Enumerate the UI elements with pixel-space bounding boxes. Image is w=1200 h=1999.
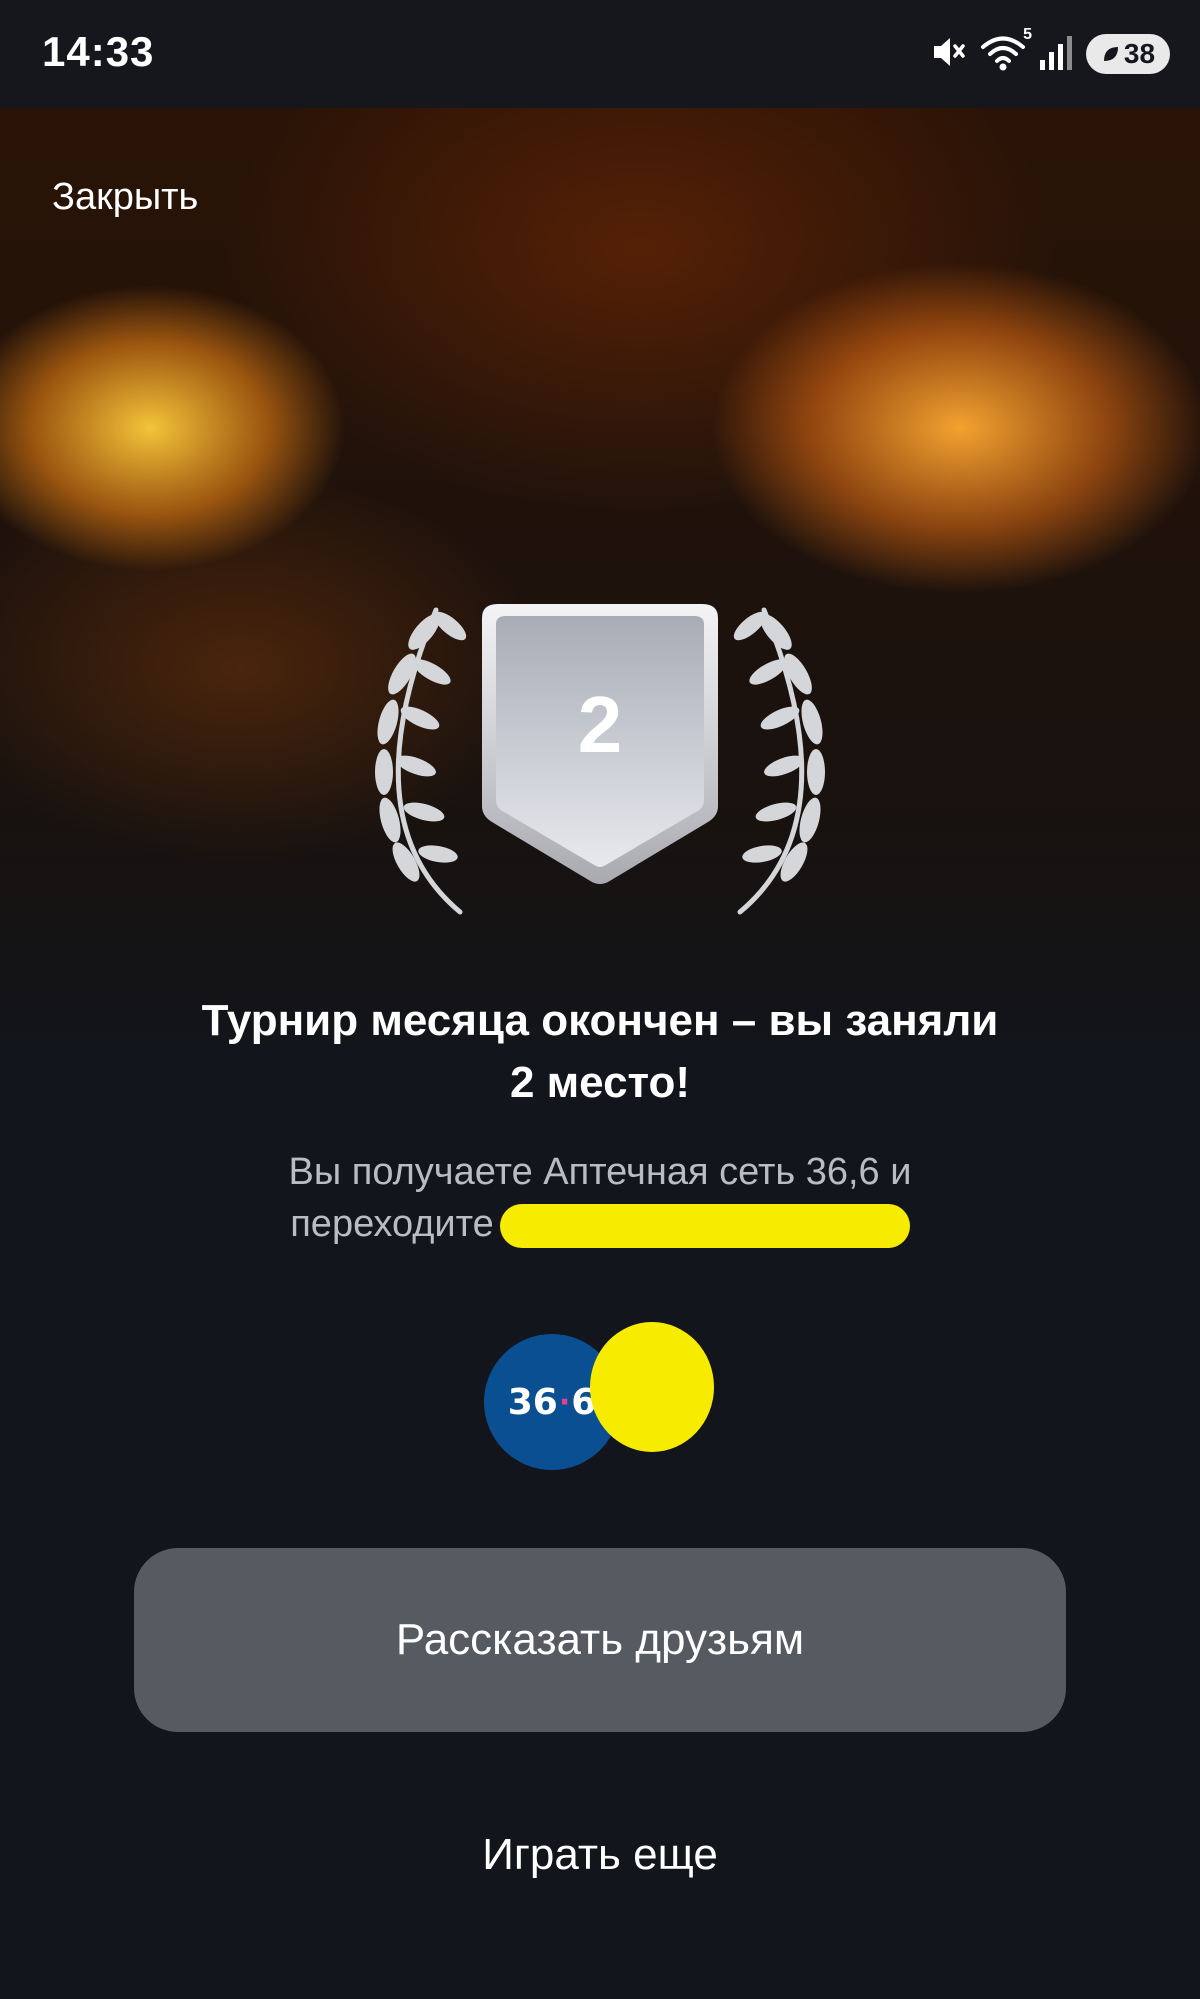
- redaction-mark: [499, 1203, 910, 1248]
- leaf-icon: [1103, 47, 1118, 61]
- mute-icon: [928, 32, 968, 77]
- result-subtitle-line1: Вы получаете Аптечная сеть 36,6 и: [288, 1151, 912, 1193]
- result-subtitle-line2: переходите: [290, 1203, 494, 1245]
- status-time: 14:33: [42, 28, 155, 75]
- wifi-badge: 5: [1023, 25, 1032, 43]
- result-title: Турнир месяца окончен – вы заняли 2 мест…: [100, 990, 1100, 1114]
- place-number: 2: [578, 680, 623, 769]
- status-icons: 5 38: [928, 26, 1170, 78]
- close-button[interactable]: Закрыть: [52, 176, 198, 219]
- laurel-left-icon: [375, 607, 467, 915]
- result-title-line1: Турнир месяца окончен – вы заняли: [201, 996, 999, 1045]
- battery-level: 38: [1123, 38, 1156, 69]
- status-bar: 14:33 5 38: [0, 0, 1200, 108]
- place-badge: 2: [375, 604, 825, 915]
- result-title-line2: 2 место!: [509, 1058, 691, 1107]
- share-with-friends-button[interactable]: Рассказать друзьям: [134, 1548, 1066, 1732]
- play-again-button[interactable]: Играть еще: [300, 1830, 900, 1880]
- result-subtitle: Вы получаете Аптечная сеть 36,6 и перехо…: [150, 1146, 1050, 1250]
- laurel-right-icon: [733, 607, 825, 915]
- logo-text-left: 36: [507, 1381, 558, 1423]
- logo-dot: ·: [558, 1384, 571, 1420]
- signal-icon: [1038, 32, 1074, 77]
- result-subtitle-line2-wrap: переходите: [150, 1198, 1050, 1250]
- redaction-mark: [590, 1322, 714, 1452]
- battery-icon: 38: [1086, 34, 1170, 74]
- wifi-icon: 5: [980, 26, 1032, 77]
